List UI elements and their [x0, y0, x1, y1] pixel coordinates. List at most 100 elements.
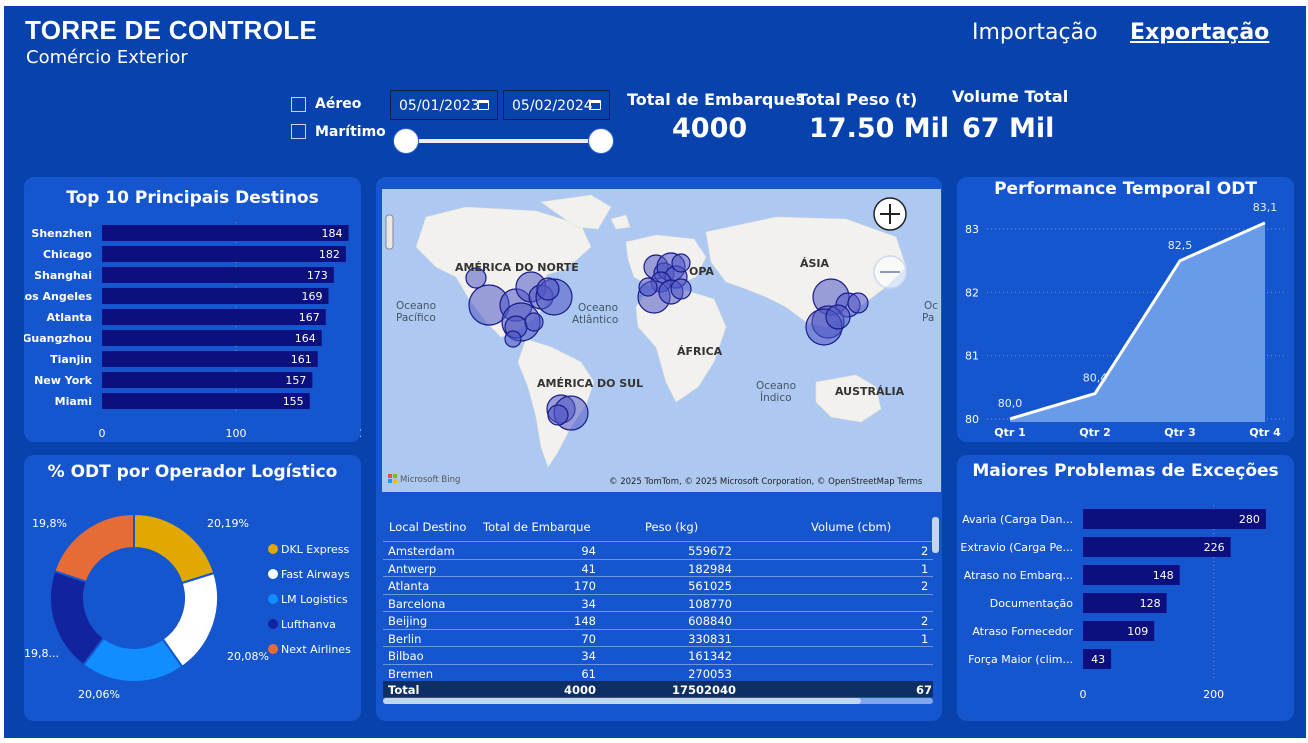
aereo-checkbox[interactable]: [291, 97, 306, 112]
nav-import-link[interactable]: Importação: [972, 20, 1098, 45]
data-label: 173: [307, 269, 328, 282]
page-title: TORRE DE CONTROLE: [25, 15, 318, 45]
table-cell: 34: [581, 649, 596, 663]
slice-label: 19,8%: [32, 517, 67, 530]
legend-label[interactable]: LM Logistics: [281, 593, 348, 606]
bar[interactable]: [102, 267, 334, 283]
table-cell: 1: [921, 561, 929, 576]
operator-donut-card: % ODT por Operador Logístico 20,19% 20,08…: [24, 455, 361, 721]
bar[interactable]: [102, 225, 349, 241]
exceptions-chart: 0 200 Avaria (Carga Dan... 280 Extravio (Car…: [960, 505, 1266, 701]
world-map[interactable]: AMÉRICA DO NORTE ÁSIA ÁFRICA AMÉRICA DO …: [376, 177, 942, 497]
col-header-shipments[interactable]: Total de Embarque: [483, 520, 591, 534]
operator-donut-chart: 20,19% 20,08% 20,06% 19,8... 19,8% DKL Expres…: [24, 512, 351, 701]
table-cell: 108770: [688, 596, 732, 611]
total-shipments: 4000: [563, 683, 596, 697]
donut-slice[interactable]: [133, 512, 216, 585]
map-scrollbar[interactable]: [385, 214, 394, 250]
table-cell: 170: [574, 579, 596, 593]
bar[interactable]: [102, 351, 318, 367]
col-header-destination[interactable]: Local Destino: [389, 520, 466, 534]
table-cell: Antwerp: [388, 561, 437, 576]
table-row-divider: [383, 628, 933, 630]
table-row-divider: [383, 646, 933, 647]
category-label: Shanghai: [34, 269, 92, 282]
col-header-volume[interactable]: Volume (cbm): [811, 520, 891, 534]
legend-marker: [268, 594, 278, 604]
ocean-atlantic-line2: Atlântico: [572, 314, 618, 326]
nav-export-link[interactable]: Exportação: [1130, 20, 1269, 45]
slice-label: 20,19%: [207, 517, 249, 530]
ocean-indian-line1: Oceano: [756, 380, 796, 392]
table-row-divider: [383, 593, 933, 595]
date-slider-end-handle[interactable]: [588, 128, 614, 154]
start-date-input[interactable]: 05/01/2023: [390, 90, 498, 120]
category-label: Documentação: [990, 597, 1074, 610]
data-label: 109: [1127, 625, 1148, 638]
table-horizontal-scrollbar[interactable]: [383, 698, 933, 704]
x-tick-label: Qtr 1: [994, 426, 1026, 439]
x-tick-label: 200: [360, 427, 362, 440]
legend-label[interactable]: DKL Express: [281, 543, 350, 556]
table-cell: Bilbao: [388, 649, 424, 663]
ocean-pacific-line1: Oceano: [396, 300, 436, 312]
category-label: Los Angeles: [24, 290, 92, 303]
table-cell: Berlin: [388, 631, 422, 646]
map-label-africa: ÁFRICA: [677, 345, 723, 358]
legend-label[interactable]: Lufthanva: [281, 618, 336, 631]
category-label: New York: [34, 374, 93, 387]
aereo-label: Aéreo: [315, 96, 362, 112]
slice-label: 20,06%: [78, 688, 120, 701]
table-cell: Beijing: [388, 614, 428, 628]
date-range-slider-track[interactable]: [406, 139, 601, 143]
bar[interactable]: [102, 309, 326, 325]
kpi-shipments-label: Total de Embarques: [627, 90, 806, 109]
table-row-divider: [383, 558, 933, 560]
kpi-weight-value: 17.50 Mil: [809, 113, 950, 144]
col-header-weight[interactable]: Peso (kg): [645, 520, 698, 534]
end-date-input[interactable]: 05/02/2024: [503, 90, 610, 120]
slice-label: 19,8...: [24, 647, 59, 660]
horizontal-scroll-thumb[interactable]: [383, 698, 861, 704]
maritimo-label: Marítimo: [315, 124, 386, 140]
table-cell: 270053: [688, 666, 732, 681]
category-label: Avaria (Carga Dan...: [962, 513, 1073, 526]
y-tick-label: 82: [965, 286, 979, 299]
table-cell: 1: [921, 631, 929, 646]
table-row-divider: [383, 611, 933, 612]
date-slider-start-handle[interactable]: [393, 128, 419, 154]
y-tick-label: 83: [965, 223, 979, 236]
data-label: 280: [1239, 513, 1260, 526]
bar[interactable]: [102, 288, 329, 304]
bar[interactable]: [102, 246, 346, 262]
performance-chart: 80 81 82 83 80,0 Qtr 1 80,4 Qtr 2 82,5 Qtr 3 83,1 Q…: [965, 201, 1287, 439]
calendar-icon[interactable]: [478, 100, 489, 110]
legend-marker: [268, 619, 278, 629]
data-label: 182: [319, 248, 340, 261]
table-vertical-scrollbar[interactable]: [932, 517, 939, 553]
bar[interactable]: [102, 372, 313, 388]
legend-label[interactable]: Fast Airways: [281, 568, 350, 581]
table-cell: 94: [581, 544, 596, 558]
zoom-in-button[interactable]: [873, 197, 907, 231]
bing-label: Microsoft Bing: [400, 475, 460, 485]
category-label: Força Maior (clim...: [968, 653, 1073, 666]
table-cell: 559672: [688, 544, 732, 558]
map-label-australia: AUSTRÁLIA: [835, 385, 905, 398]
data-label: 167: [299, 311, 320, 324]
bar[interactable]: [102, 393, 310, 409]
maritimo-checkbox[interactable]: [291, 124, 306, 139]
category-label: Chicago: [43, 248, 92, 261]
ocean-pacific-line2: Pacífico: [396, 312, 436, 324]
x-tick-label: 200: [1203, 688, 1224, 701]
calendar-icon[interactable]: [590, 100, 601, 110]
table-cell: Atlanta: [388, 579, 430, 593]
map-table-card: AMÉRICA DO NORTE ÁSIA ÁFRICA AMÉRICA DO …: [376, 177, 942, 721]
bar[interactable]: [102, 330, 322, 346]
kpi-volume-label: Volume Total: [952, 87, 1069, 106]
table-cell: 70: [581, 631, 596, 646]
table-cell: 2: [921, 579, 929, 593]
zoom-out-button[interactable]: [873, 255, 907, 289]
x-tick-label: Qtr 2: [1079, 426, 1111, 439]
legend-label[interactable]: Next Airlines: [281, 643, 351, 656]
